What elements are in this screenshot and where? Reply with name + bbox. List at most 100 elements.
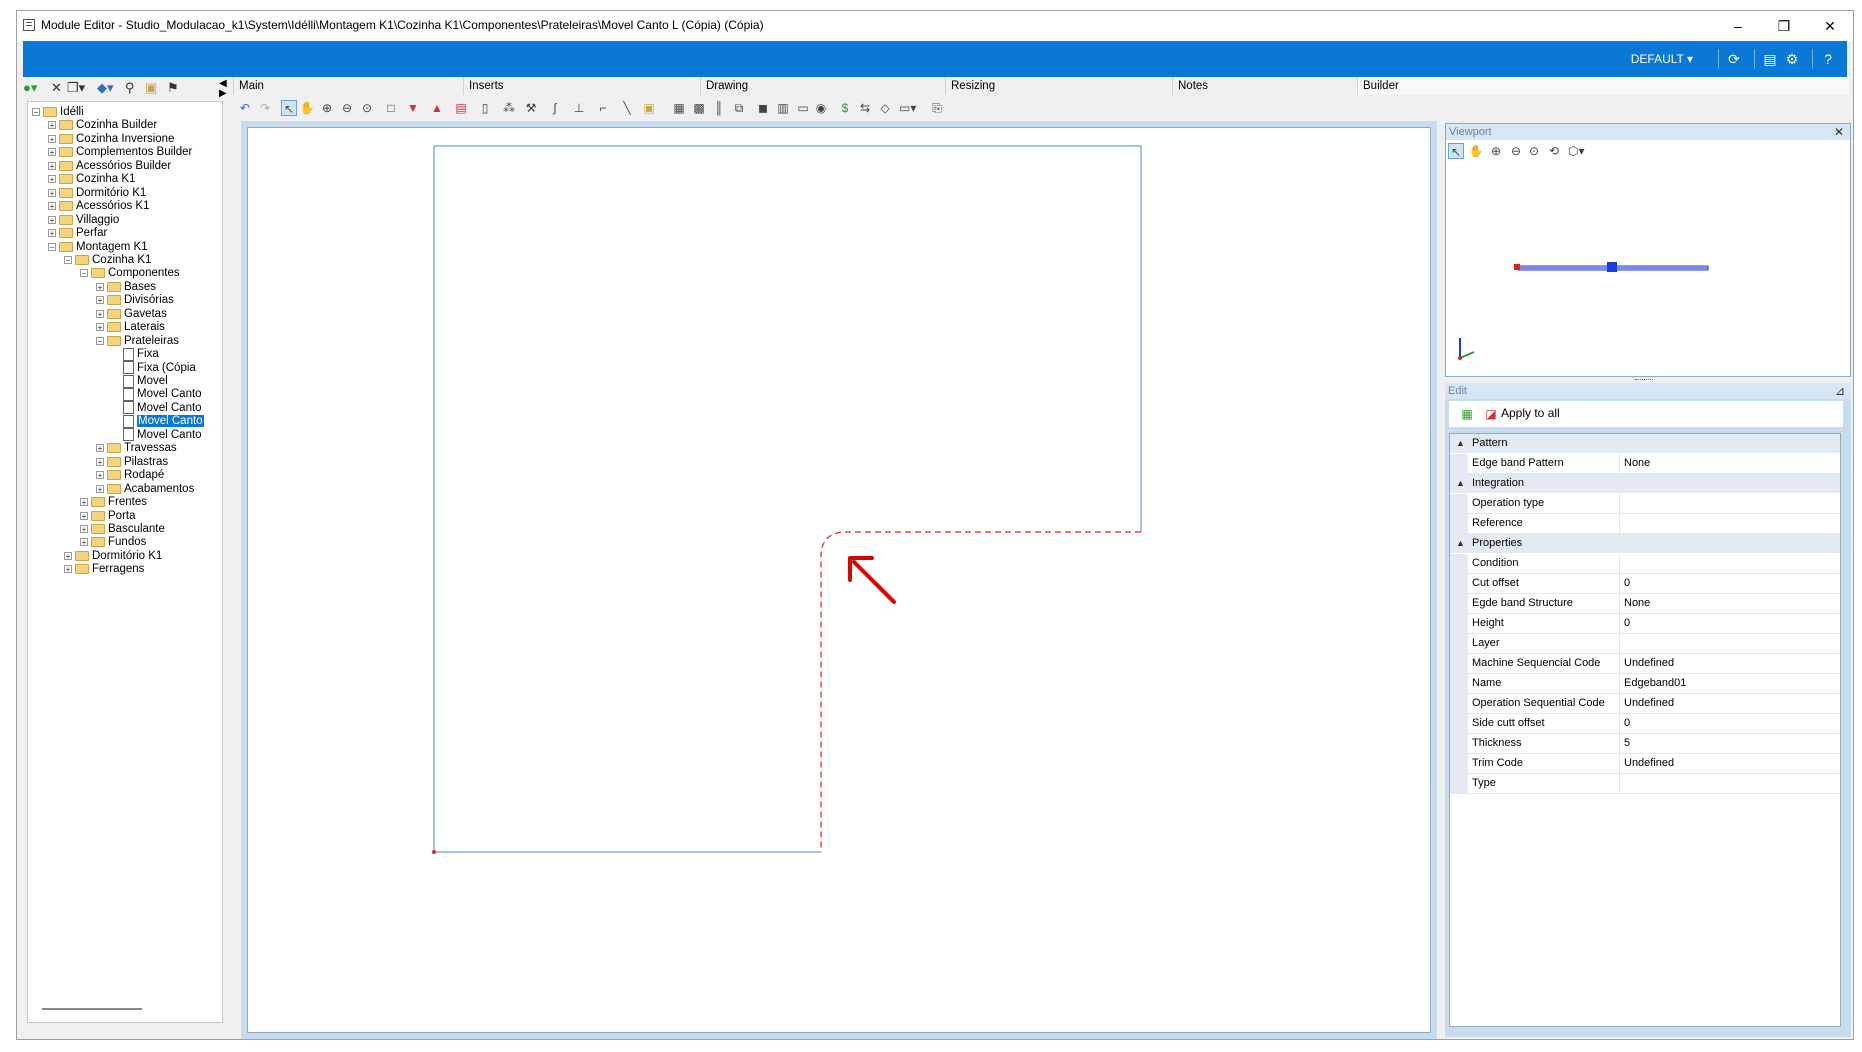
property-value[interactable]: Undefined [1624, 694, 1674, 713]
module-icon[interactable]: ▦ [671, 100, 687, 116]
expand-icon[interactable]: + [80, 511, 88, 520]
property-value[interactable]: Undefined [1624, 754, 1674, 773]
layout-icon[interactable]: ▤ [1761, 50, 1779, 68]
property-row[interactable]: Reference [1450, 514, 1840, 534]
path-icon[interactable]: ∫ [547, 100, 563, 116]
property-row[interactable]: Thickness 5 [1450, 734, 1840, 754]
property-row[interactable]: Type [1450, 774, 1840, 794]
tab-resizing[interactable]: Resizing [945, 77, 1172, 95]
property-value[interactable]: 0 [1624, 714, 1630, 733]
viewport-select-icon[interactable]: ↖ [1448, 143, 1464, 159]
property-row[interactable]: Cut offset 0 [1450, 574, 1840, 594]
tab-inserts[interactable]: Inserts [463, 77, 700, 95]
tree-item[interactable]: + Ferragens [64, 561, 144, 577]
property-row[interactable]: Edge band Pattern None [1450, 454, 1840, 474]
property-category[interactable]: ▲ Integration [1450, 474, 1840, 494]
expand-icon[interactable]: + [48, 161, 56, 170]
expand-icon[interactable]: + [96, 471, 104, 480]
expand-icon[interactable]: + [96, 484, 104, 493]
refresh-icon[interactable]: ⟳ [1725, 50, 1743, 68]
zoom-window-icon[interactable]: ⊕ [319, 100, 335, 116]
help-icon[interactable]: ? [1819, 50, 1837, 68]
cabinet-icon[interactable]: ▥ [775, 100, 791, 116]
property-row[interactable]: Machine Sequencial Code Undefined [1450, 654, 1840, 674]
property-category[interactable]: ▲ Properties [1450, 534, 1840, 554]
viewport-zoom-extents-icon[interactable]: ⊙ [1526, 143, 1542, 159]
panel-splitter[interactable] [1635, 379, 1653, 382]
property-row[interactable]: Trim Code Undefined [1450, 754, 1840, 774]
property-row[interactable]: Layer [1450, 634, 1840, 654]
expand-icon[interactable]: + [48, 215, 56, 224]
viewport-3d-scene[interactable] [1446, 162, 1850, 376]
price-icon[interactable]: $ [837, 100, 853, 116]
grid-icon[interactable]: ▩ [691, 100, 707, 116]
expand-icon[interactable]: + [96, 444, 104, 453]
expand-icon[interactable]: + [48, 188, 56, 197]
machining-icon[interactable]: ⚒ [523, 100, 539, 116]
panel-icon[interactable]: ▯ [477, 100, 493, 116]
tag-icon[interactable]: ◇ [877, 100, 893, 116]
copy-icon[interactable]: ❐▾ [67, 80, 85, 96]
expand-icon[interactable]: + [80, 524, 88, 533]
dimension-icon[interactable]: ⊥ [571, 100, 587, 116]
cost-icon[interactable]: ◉ [813, 100, 829, 116]
zoom-out-icon[interactable]: ⊖ [339, 100, 355, 116]
clipboard-icon[interactable]: ⎘ [929, 100, 945, 116]
properties-icon[interactable]: ▦ [1459, 406, 1475, 422]
property-value[interactable]: None [1624, 594, 1650, 613]
expand-icon[interactable]: + [80, 538, 88, 547]
property-value[interactable]: 0 [1624, 614, 1630, 633]
collapse-icon[interactable]: − [80, 269, 88, 278]
minimize-button[interactable]: – [1715, 11, 1761, 41]
library-tree[interactable]: − Idélli + Cozinha Builder + Cozinha Inversio… [27, 101, 223, 1023]
expand-icon[interactable]: + [48, 134, 56, 143]
expand-icon[interactable]: + [96, 457, 104, 466]
expand-icon[interactable]: + [64, 565, 72, 574]
collapse-caret-icon[interactable]: ▲ [1456, 474, 1465, 493]
edgeband-path[interactable] [820, 531, 1141, 852]
property-row[interactable]: Operation Sequential Code Undefined [1450, 694, 1840, 714]
shelf-outline[interactable] [433, 145, 1142, 853]
property-row[interactable]: Name Edgeband01 [1450, 674, 1840, 694]
property-row[interactable]: Egde band Structure None [1450, 594, 1840, 614]
copy-piece-icon[interactable]: ⧉ [731, 100, 747, 116]
line-icon[interactable]: ⌐ [595, 100, 611, 116]
export-icon[interactable]: ⇆ [857, 100, 873, 116]
property-row[interactable]: Height 0 [1450, 614, 1840, 634]
property-value[interactable]: Undefined [1624, 654, 1674, 673]
property-row[interactable]: Condition [1450, 554, 1840, 574]
tab-notes[interactable]: Notes [1172, 77, 1357, 95]
settings-icon[interactable]: ⚙ [1783, 50, 1801, 68]
expand-icon[interactable]: + [48, 121, 56, 130]
tab-main[interactable]: Main [233, 77, 463, 95]
property-value[interactable]: None [1624, 454, 1650, 473]
expand-icon[interactable]: + [64, 551, 72, 560]
insert-piece-icon[interactable]: ▲ [429, 100, 445, 116]
viewport-zoom-window-icon[interactable]: ⊕ [1488, 143, 1504, 159]
move-icon[interactable]: ◆▾ [97, 80, 114, 96]
group-icon[interactable]: ▣ [641, 100, 657, 116]
expand-icon[interactable]: + [48, 202, 56, 211]
columns-icon[interactable]: ║ [711, 100, 727, 116]
expand-icon[interactable]: + [48, 175, 56, 184]
expand-icon[interactable]: + [96, 309, 104, 318]
pan-icon[interactable]: ✋ [299, 100, 315, 116]
expand-icon[interactable]: + [48, 229, 56, 238]
viewport-pan-icon[interactable]: ✋ [1468, 143, 1484, 159]
select-icon[interactable]: ↖ [281, 100, 297, 116]
tab-builder[interactable]: Builder [1357, 77, 1849, 95]
expand-icon[interactable]: + [96, 323, 104, 332]
undo-icon[interactable]: ↶ [237, 100, 253, 116]
drawer-icon[interactable]: ▭ [795, 100, 811, 116]
drawing-canvas[interactable] [247, 127, 1431, 1033]
expand-icon[interactable]: + [96, 282, 104, 291]
collapse-icon[interactable]: − [32, 108, 40, 117]
search-icon[interactable]: ⚲ [125, 80, 135, 96]
tab-drawing[interactable]: Drawing [700, 77, 945, 95]
profile-dropdown[interactable]: DEFAULT ▾ [1631, 52, 1693, 66]
expand-icon[interactable]: + [48, 148, 56, 157]
collapse-caret-icon[interactable]: ▲ [1456, 534, 1465, 553]
hole-icon[interactable]: ⁂ [501, 100, 517, 116]
property-grid[interactable]: ▲ Pattern Edge band Pattern None ▲ Integratio… [1449, 433, 1841, 1027]
folder-tool-icon[interactable]: ▣ [145, 80, 157, 96]
